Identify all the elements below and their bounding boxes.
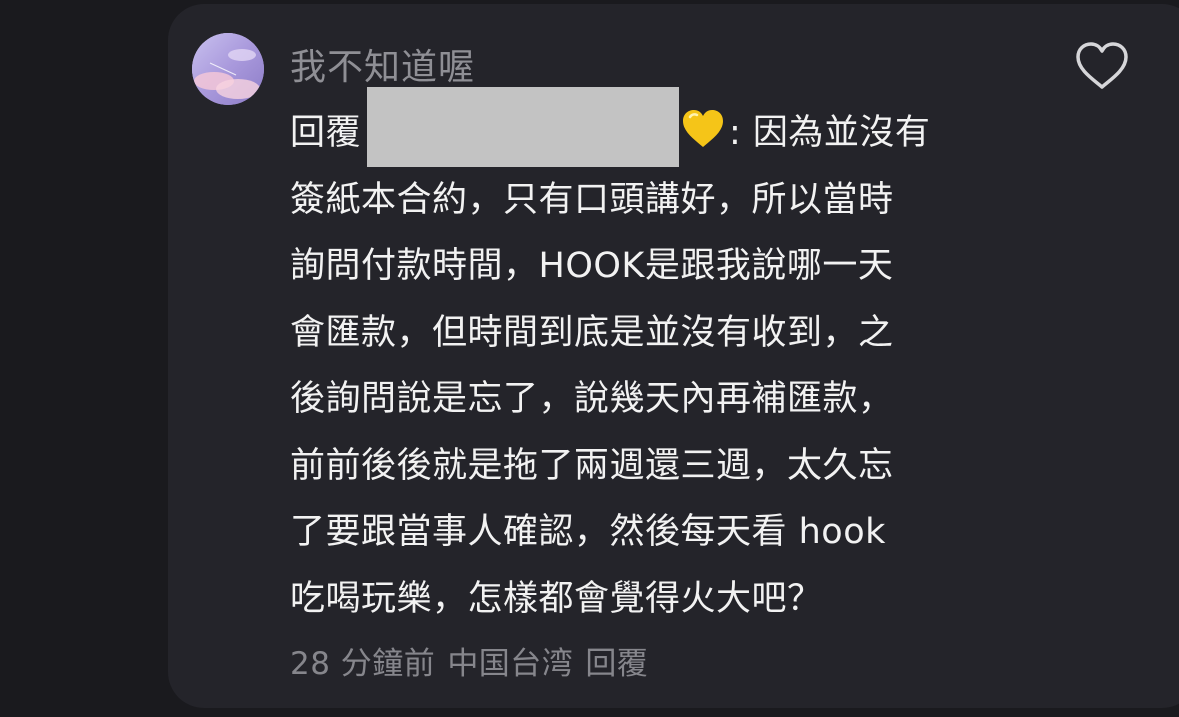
- timestamp: 28 分鐘前: [290, 646, 436, 682]
- body-line: 會匯款，但時間到底是並沒有收到，之: [290, 312, 894, 353]
- redacted-mention: [367, 87, 680, 167]
- body-line: 前前後後就是拖了兩週還三週，太久忘: [290, 445, 894, 486]
- yellow-heart-emoji-icon: [683, 110, 724, 147]
- like-button[interactable]: [1074, 40, 1130, 92]
- body-line: 詢問付款時間，HOOK是跟我說哪一天: [290, 246, 894, 286]
- body-line: 吃喝玩樂，怎樣都會覺得火大吧？: [290, 578, 823, 619]
- heart-outline-icon: [1076, 42, 1128, 89]
- body-line: 簽紙本合約，只有口頭講好，所以當時: [290, 179, 894, 220]
- page: 我不知道喔 回覆 : 因為並沒有 簽紙本合約，只有口頭講好，所以當時 詢問付款時…: [0, 0, 1179, 717]
- reply-suffix: : 因為並沒有: [729, 113, 931, 153]
- location: 中国台湾: [447, 646, 574, 682]
- username[interactable]: 我不知道喔: [290, 38, 475, 90]
- avatar-image: [192, 33, 264, 105]
- reply-button[interactable]: 回覆: [585, 646, 648, 682]
- comment-meta: 28 分鐘前 中国台湾 回覆: [290, 638, 660, 683]
- reply-header-line: 回覆 : 因為並沒有: [290, 87, 1030, 167]
- body-line: 後詢問說是忘了，說幾天內再補匯款，: [290, 379, 894, 419]
- reply-prefix: 回覆: [290, 113, 362, 153]
- avatar[interactable]: [192, 33, 264, 105]
- comment-body: 回覆 : 因為並沒有 簽紙本合約，只有口頭講好，所以當時 詢問付款時間，HOOK…: [290, 87, 1030, 632]
- body-line: 了要跟當事人確認，然後每天看 hook: [290, 512, 886, 552]
